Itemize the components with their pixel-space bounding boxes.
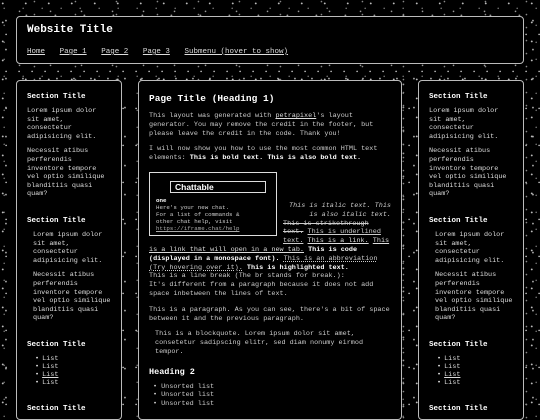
- left-section-4: Section Title: [27, 405, 111, 413]
- chat-line: other chat help, visit: [156, 217, 233, 225]
- page-title: Page Title (Heading 1): [149, 93, 275, 104]
- section-title: Section Title: [429, 93, 488, 101]
- section-title: Section Title: [27, 340, 86, 349]
- credit-link[interactable]: petrapixel: [275, 112, 316, 120]
- section-title: Section Title: [27, 93, 86, 101]
- main-content: Page Title (Heading 1) This layout was g…: [138, 80, 402, 420]
- section-text: Lorem ipsum dolor sit amet, consectetur …: [33, 230, 103, 265]
- chat-author: one: [156, 196, 167, 204]
- list-item[interactable]: List: [35, 371, 111, 379]
- nav-page1-link[interactable]: Page 1: [60, 48, 87, 56]
- right-section-3: Section Title List List List List: [429, 341, 513, 387]
- list-link[interactable]: List: [444, 371, 460, 379]
- right-section-1: Section Title Lorem ipsum dolor sit amet…: [429, 93, 513, 199]
- line-break-text: It's different from a paragraph because …: [149, 281, 374, 298]
- bold-text: This is also bold text.: [267, 154, 362, 163]
- section-text: Necessit atibus perferendis inventore te…: [33, 271, 111, 323]
- chat-line: For a list of commands &: [156, 210, 240, 218]
- chat-help-link[interactable]: https://iframe.chat/help: [156, 225, 270, 232]
- right-section-2: Section Title Lorem ipsum dolor sit amet…: [429, 217, 513, 323]
- section-list: List List List List: [429, 355, 513, 387]
- section-list: List List List List: [27, 355, 111, 387]
- heading-2: Heading 2: [149, 366, 195, 377]
- section-title: Section Title: [27, 404, 86, 413]
- list-item: Unsorted list: [153, 400, 391, 409]
- list-item: List: [35, 379, 111, 387]
- bold-text: This is bold text.: [189, 154, 264, 163]
- section-text: Necessit atibus perferendis inventore te…: [429, 147, 507, 199]
- list-item: Unsorted list: [153, 383, 391, 392]
- paragraph-example: This is a paragraph. As you can see, the…: [149, 305, 390, 323]
- left-section-3: Section Title List List List List: [27, 341, 111, 387]
- list-item: List: [35, 355, 111, 363]
- list-item: List: [437, 355, 513, 363]
- left-section-2: Section Title Lorem ipsum dolor sit amet…: [27, 217, 111, 323]
- list-item: Unsorted list: [153, 391, 391, 400]
- blockquote: This is a blockquote. Lorem ipsum dolor …: [155, 330, 364, 356]
- chat-line: Here's your new chat.: [156, 203, 230, 211]
- list-item: List: [437, 363, 513, 371]
- list-item: List: [437, 379, 513, 387]
- section-title: Section Title: [429, 216, 488, 225]
- nav-page2-link[interactable]: Page 2: [101, 48, 128, 56]
- chat-widget[interactable]: Chattable one Here's your new chat. For …: [149, 171, 277, 236]
- left-sidebar: Section Title Lorem ipsum dolor sit amet…: [16, 80, 122, 420]
- nav-page3-link[interactable]: Page 3: [143, 48, 170, 56]
- section-text: Lorem ipsum dolor sit amet, consectetur …: [429, 107, 499, 141]
- chat-title: Chattable: [170, 180, 266, 193]
- nav-home-link[interactable]: Home: [27, 48, 45, 56]
- left-section-1: Section Title Lorem ipsum dolor sit amet…: [27, 93, 111, 199]
- list-item[interactable]: List: [437, 371, 513, 379]
- line-break-text: This is a line break (The br stands for …: [149, 272, 345, 281]
- italic-text: This is italic text.: [289, 201, 371, 210]
- list-item: List: [35, 363, 111, 371]
- section-title: Section Title: [429, 404, 488, 413]
- section-title: Section Title: [27, 216, 86, 225]
- section-text: Lorem ipsum dolor sit amet, consectetur …: [27, 107, 97, 141]
- example-link[interactable]: This is a link.: [308, 237, 369, 245]
- right-section-4: Section Title: [429, 405, 513, 413]
- highlighted-text: This is highlighted text.: [246, 263, 349, 272]
- section-text: Necessit atibus perferendis inventore te…: [435, 271, 513, 323]
- main-nav: Home Page 1 Page 2 Page 3 Submenu (hover…: [27, 40, 513, 58]
- right-sidebar: Section Title Lorem ipsum dolor sit amet…: [418, 80, 524, 420]
- list-link[interactable]: List: [42, 371, 58, 379]
- site-title: Website Title: [27, 24, 113, 36]
- site-header: Website Title Home Page 1 Page 2 Page 3 …: [16, 16, 524, 64]
- nav-submenu-link[interactable]: Submenu (hover to show): [185, 48, 289, 56]
- section-text: Lorem ipsum dolor sit amet, consectetur …: [435, 230, 505, 265]
- section-title: Section Title: [429, 340, 488, 349]
- elements-intro: I will now show you how to use the most …: [149, 145, 378, 163]
- intro-paragraph: This layout was generated with petrapixe…: [149, 112, 374, 138]
- section-text: Necessit atibus perferendis inventore te…: [27, 147, 105, 199]
- chat-messages: one Here's your new chat. For a list of …: [156, 197, 270, 232]
